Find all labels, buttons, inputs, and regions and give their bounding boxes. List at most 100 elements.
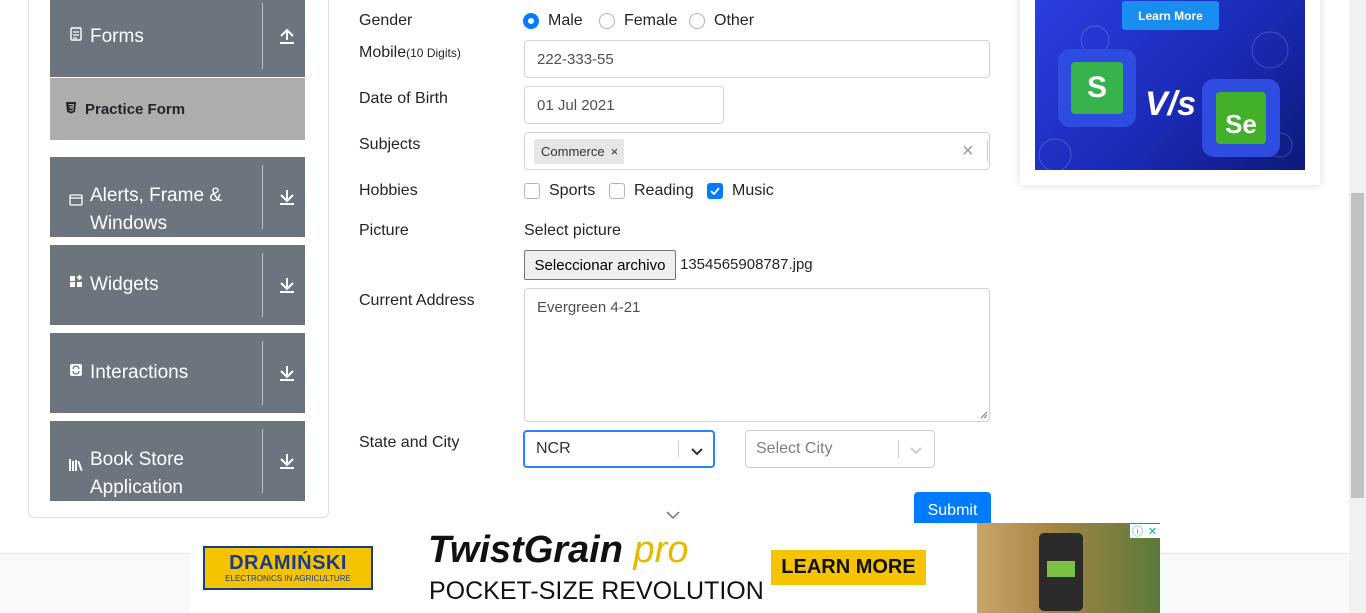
headline-suffix: pro xyxy=(633,529,689,571)
checkbox[interactable] xyxy=(524,183,540,199)
mobile-hint: (10 Digits) xyxy=(406,46,461,60)
katalon-logo-icon: S xyxy=(1058,49,1136,127)
state-select[interactable]: NCR xyxy=(523,430,715,468)
interactions-icon xyxy=(68,359,84,387)
dob-input[interactable]: 01 Jul 2021 xyxy=(524,86,724,124)
sidebar-group-label: Forms xyxy=(90,26,144,47)
picture-label: Picture xyxy=(359,222,409,239)
gender-radio-male[interactable]: Male xyxy=(523,12,583,30)
divider xyxy=(678,441,679,457)
mobile-label-text: Mobile xyxy=(359,44,407,61)
download-icon[interactable] xyxy=(277,275,297,295)
ad-tagline: POCKET-SIZE REVOLUTION xyxy=(429,577,764,605)
gender-label: Gender xyxy=(359,12,413,29)
checkbox-label: Reading xyxy=(634,182,694,199)
subject-chip: Commerce × xyxy=(534,139,625,164)
sidebar-item-practice-form[interactable]: Practice Form xyxy=(50,78,305,140)
state-city-label: State and City xyxy=(359,434,460,451)
file-chooser-button[interactable]: Seleccionar archivo xyxy=(524,250,676,280)
brand-name: DRAMIŃSKI xyxy=(229,552,347,574)
ad-learn-more-button[interactable]: LEARN MORE xyxy=(771,550,926,585)
city-select[interactable]: Select City xyxy=(745,430,935,468)
sidebar-group-label-line2: Windows xyxy=(90,213,168,234)
hobby-checkbox-reading[interactable]: Reading xyxy=(609,182,694,200)
chevron-down-icon[interactable] xyxy=(689,443,705,459)
radio-label: Other xyxy=(714,12,755,29)
scrollbar-thumb[interactable] xyxy=(1351,193,1364,498)
sidebar-group-forms[interactable]: Forms xyxy=(50,0,305,77)
mobile-input[interactable]: 222-333-55 xyxy=(524,40,990,78)
checkmark-icon xyxy=(710,187,720,195)
chip-remove-icon[interactable]: × xyxy=(611,144,619,159)
html5-icon xyxy=(65,101,77,117)
sidebar-group-label: Widgets xyxy=(90,274,159,295)
divider xyxy=(262,253,263,317)
radio-label: Female xyxy=(624,12,678,29)
info-icon[interactable]: ⓘ xyxy=(1130,524,1145,538)
ad-choices[interactable]: ⓘ ✕ xyxy=(1130,524,1160,538)
hobbies-label: Hobbies xyxy=(359,182,418,199)
divider xyxy=(262,429,263,493)
sidebar-group-widgets[interactable]: Widgets xyxy=(50,245,305,325)
page: Forms Practice Form Alerts, Frame & Wind… xyxy=(0,0,1366,613)
resize-handle-icon[interactable] xyxy=(980,411,988,419)
checkbox-label: Sports xyxy=(549,182,596,199)
download-icon[interactable] xyxy=(277,451,297,471)
sidebar-group-book-store[interactable]: Book Store Application xyxy=(50,421,305,501)
file-name: 1354565908787.jpg xyxy=(680,256,813,273)
close-icon[interactable]: ✕ xyxy=(1145,524,1160,538)
chevron-down-icon[interactable] xyxy=(665,508,681,522)
sidebar-group-label-line2: Application xyxy=(90,477,183,498)
radio-button[interactable] xyxy=(523,13,539,29)
download-icon[interactable] xyxy=(277,187,297,207)
draminski-logo: DRAMIŃSKI ELECTRONICS IN AGRICULTURE xyxy=(203,546,373,590)
divider xyxy=(262,341,263,405)
subjects-label: Subjects xyxy=(359,136,421,153)
sidebar-group-label: Alerts, Frame & xyxy=(90,185,222,206)
ad-headline: TwistGrain pro xyxy=(428,529,688,572)
picture-caption: Select picture xyxy=(524,222,621,239)
widgets-icon xyxy=(68,271,84,299)
logo-letter: Se xyxy=(1216,92,1266,144)
sidebar-item-label: Practice Form xyxy=(85,100,186,118)
sidebar-group-alerts[interactable]: Alerts, Frame & Windows xyxy=(50,157,305,237)
dob-label: Date of Birth xyxy=(359,90,448,107)
chevron-down-icon[interactable] xyxy=(908,442,924,458)
mobile-value: 222-333-55 xyxy=(537,50,614,68)
divider xyxy=(898,440,899,458)
sidebar-group-label: Interactions xyxy=(90,362,189,383)
books-icon xyxy=(68,454,84,482)
checkbox[interactable] xyxy=(609,183,625,199)
selenium-logo-icon: Se xyxy=(1202,79,1280,157)
divider xyxy=(262,165,263,229)
state-value: NCR xyxy=(536,440,571,457)
sidebar-group-label: Book Store xyxy=(90,449,184,470)
logo-letter: S xyxy=(1071,62,1123,114)
window-icon xyxy=(68,188,84,216)
divider xyxy=(987,141,988,161)
gender-radio-female[interactable]: Female xyxy=(599,12,677,30)
document-icon xyxy=(68,23,84,51)
hobby-checkbox-music[interactable]: Music xyxy=(707,182,774,200)
hobby-checkbox-sports[interactable]: Sports xyxy=(524,182,595,200)
chip-label: Commerce xyxy=(541,144,605,159)
address-label: Current Address xyxy=(359,292,475,309)
device-screen xyxy=(1047,561,1075,577)
sidebar-group-interactions[interactable]: Interactions xyxy=(50,333,305,413)
versus-text: V/s xyxy=(1145,85,1197,123)
mobile-label: Mobile(10 Digits) xyxy=(359,44,461,62)
divider xyxy=(262,3,263,69)
clear-icon[interactable]: × xyxy=(962,140,974,163)
upload-icon[interactable] xyxy=(277,26,297,46)
address-value: Evergreen 4-21 xyxy=(537,299,641,316)
radio-button[interactable] xyxy=(599,13,615,29)
learn-more-button[interactable]: Learn More xyxy=(1122,1,1219,30)
radio-button[interactable] xyxy=(689,13,705,29)
address-textarea[interactable]: Evergreen 4-21 xyxy=(524,288,990,422)
gender-radio-other[interactable]: Other xyxy=(689,12,754,30)
checkbox[interactable] xyxy=(707,183,723,199)
download-icon[interactable] xyxy=(277,363,297,383)
headline-text: TwistGrain xyxy=(428,529,623,571)
brand-sub: ELECTRONICS IN AGRICULTURE xyxy=(225,574,351,583)
radio-label: Male xyxy=(548,12,583,29)
